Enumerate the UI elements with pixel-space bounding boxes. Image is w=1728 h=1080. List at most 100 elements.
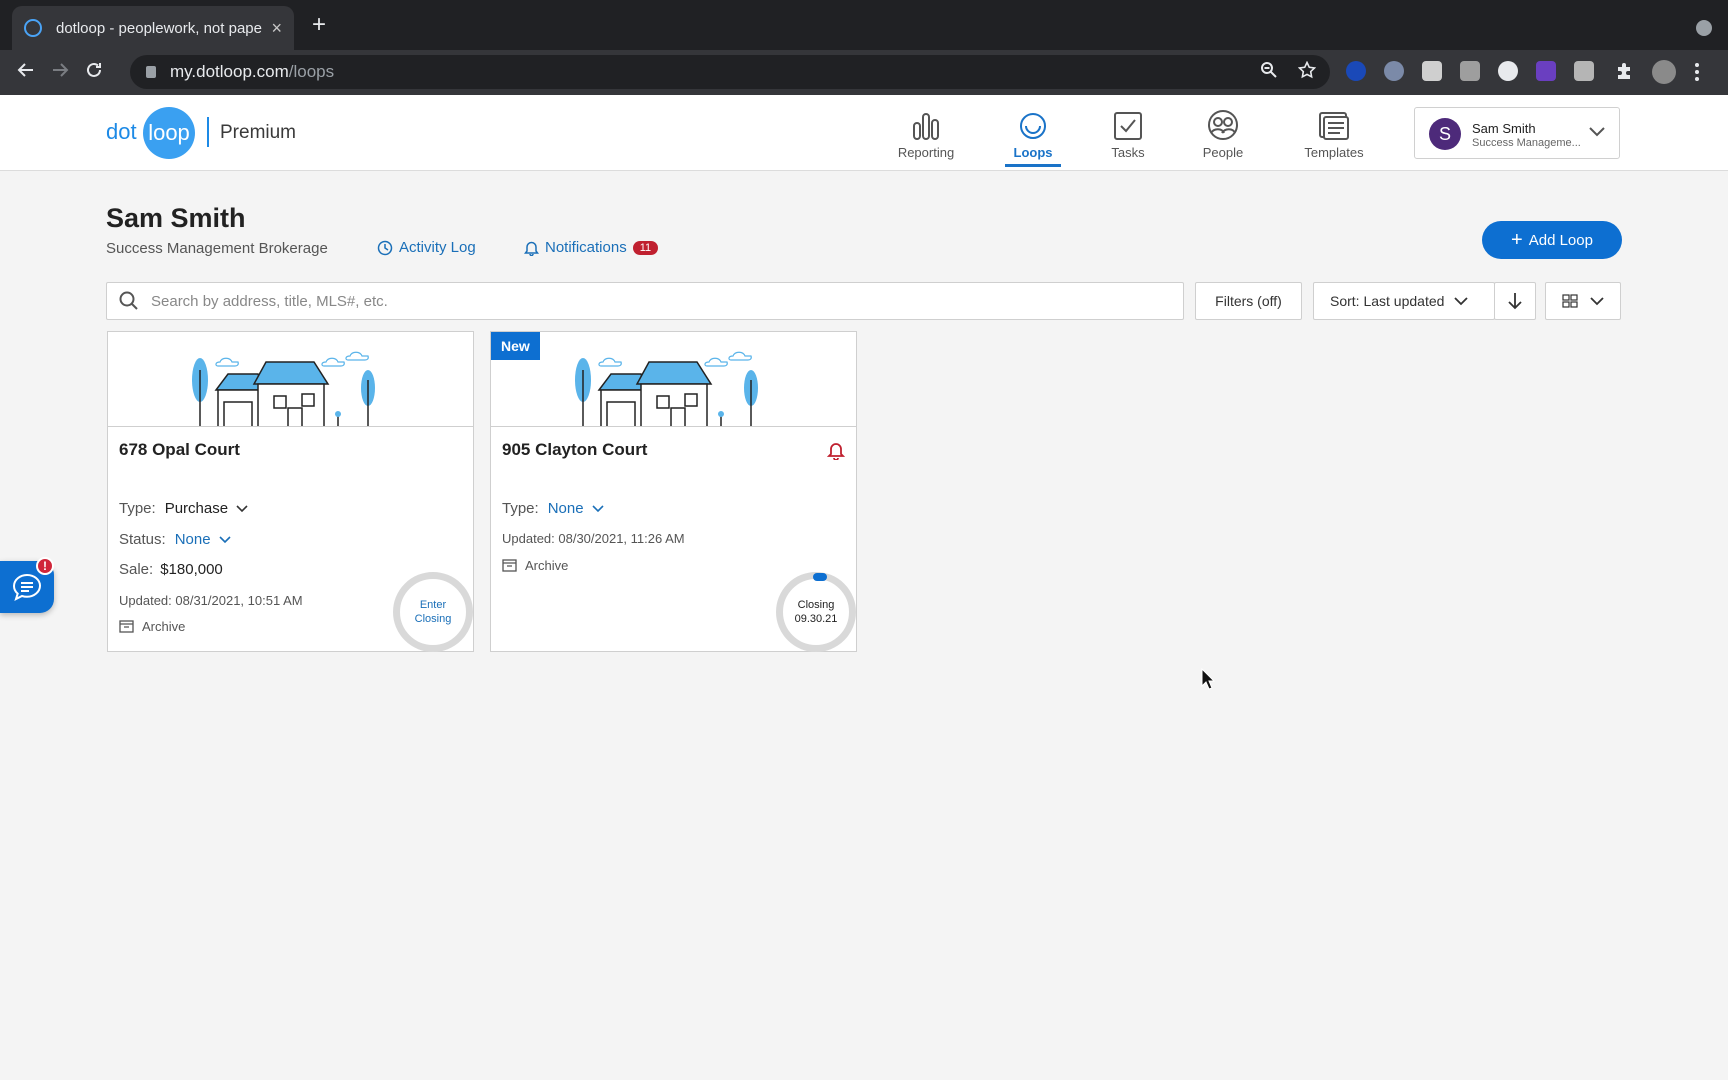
browser-menu-icon[interactable] — [1694, 62, 1700, 82]
archive-label: Archive — [142, 619, 186, 634]
loop-card[interactable]: 678 Opal Court Type: Purchase Status: No… — [107, 331, 474, 652]
archive-button[interactable]: Archive — [502, 558, 568, 573]
nav-loops[interactable]: Loops — [993, 105, 1073, 167]
search-bar — [106, 282, 1184, 320]
browser-tab[interactable]: dotloop - peoplework, not paperwork × — [12, 6, 294, 50]
extension-icon-6[interactable] — [1536, 61, 1556, 81]
loop-updated: Updated: 08/30/2021, 11:26 AM — [502, 531, 685, 546]
profile-avatar[interactable] — [1652, 60, 1676, 84]
view-toggle-dropdown[interactable] — [1545, 282, 1621, 320]
logo-loop-circle[interactable]: loop — [143, 107, 195, 159]
avatar: S — [1429, 118, 1461, 150]
search-icon — [119, 291, 138, 310]
chevron-down-icon — [1589, 124, 1605, 142]
close-tab-icon[interactable]: × — [271, 18, 282, 39]
filters-button[interactable]: Filters (off) — [1195, 282, 1302, 320]
address-bar[interactable]: my.dotloop.com/loops — [130, 55, 1330, 89]
chevron-down-icon — [218, 535, 231, 543]
plus-icon: + — [1511, 229, 1523, 251]
type-label: Type: — [119, 500, 156, 517]
closing-date-ring[interactable]: Closing 09.30.21 — [776, 572, 856, 652]
ring-text: Enter Closing — [415, 598, 452, 626]
extension-icon-3[interactable] — [1422, 61, 1442, 81]
logo-separator — [207, 117, 209, 147]
extension-icon-2[interactable] — [1384, 61, 1404, 81]
loop-address[interactable]: 905 Clayton Court — [502, 440, 647, 460]
bookmark-star-icon[interactable] — [1297, 60, 1317, 84]
bar-chart-icon — [886, 105, 966, 141]
chevron-down-icon — [1454, 296, 1469, 305]
logo-dot-text[interactable]: dot — [106, 119, 137, 145]
back-arrow-icon[interactable] — [16, 60, 36, 86]
ring-line-1: Closing — [797, 599, 835, 611]
chevron-down-icon — [591, 504, 604, 512]
loop-type-row[interactable]: Type: None — [502, 500, 604, 517]
new-tab-button[interactable]: + — [312, 13, 326, 37]
checkbox-icon — [1088, 105, 1168, 141]
tab-search-icon[interactable] — [1696, 20, 1712, 36]
notification-bell-icon[interactable] — [826, 440, 846, 465]
url-host: my.dotloop.com — [170, 62, 289, 81]
archive-icon — [502, 559, 517, 572]
nav-reporting-label: Reporting — [897, 145, 955, 160]
add-loop-button[interactable]: + Add Loop — [1482, 221, 1622, 259]
bell-icon — [524, 241, 539, 256]
nav-templates-label: Templates — [1304, 145, 1364, 160]
ring-line-1: Enter — [419, 599, 447, 611]
activity-log-label: Activity Log — [399, 239, 476, 256]
user-name: Sam Smith — [1472, 121, 1536, 136]
app-header: dot loop Premium Reporting Loops Tasks P… — [0, 95, 1728, 171]
loop-icon — [993, 105, 1073, 141]
browser-toolbar: my.dotloop.com/loops — [0, 50, 1728, 95]
plan-label: Premium — [220, 122, 297, 143]
brokerage-name: Success Management Brokerage — [106, 240, 328, 257]
chat-alert-badge: ! — [36, 557, 54, 575]
archive-button[interactable]: Archive — [119, 619, 185, 634]
chevron-down-icon — [1590, 296, 1604, 305]
forward-arrow-icon[interactable] — [50, 60, 70, 86]
arrow-down-icon — [1508, 293, 1522, 310]
sale-value: $180,000 — [160, 561, 223, 578]
house-illustration — [108, 332, 473, 427]
dotloop-favicon-icon — [24, 19, 42, 37]
type-value: Purchase — [164, 500, 229, 517]
nav-loops-label: Loops — [1013, 145, 1053, 160]
tab-title: dotloop - peoplework, not paperwork — [56, 19, 263, 37]
sale-label: Sale: — [119, 561, 154, 578]
extension-icon-5[interactable] — [1498, 61, 1518, 81]
activity-log-link[interactable]: Activity Log — [377, 239, 476, 256]
chat-icon — [12, 573, 42, 601]
loop-updated: Updated: 08/31/2021, 10:51 AM — [119, 593, 303, 608]
nav-tasks[interactable]: Tasks — [1088, 105, 1168, 160]
archive-icon — [119, 620, 134, 633]
loop-address[interactable]: 678 Opal Court — [119, 440, 240, 460]
nav-people[interactable]: People — [1183, 105, 1263, 160]
lock-icon — [146, 66, 156, 78]
loop-card[interactable]: New 905 Clayton Court Type: None Updated… — [490, 331, 857, 652]
browser-tab-bar: dotloop - peoplework, not paperwork × + — [0, 0, 1728, 50]
extension-icon-1[interactable] — [1346, 61, 1366, 81]
zoom-icon[interactable] — [1260, 61, 1278, 84]
user-menu[interactable]: S Sam Smith Success Manageme... — [1414, 107, 1620, 159]
sort-label: Sort: Last updated — [1330, 293, 1445, 309]
extensions-puzzle-icon[interactable] — [1614, 61, 1634, 81]
mouse-cursor-icon — [1201, 667, 1216, 695]
status-value: None — [174, 531, 211, 548]
chevron-down-icon — [236, 504, 248, 512]
sort-direction-button[interactable] — [1494, 282, 1536, 320]
ring-line-2: Closing — [414, 613, 452, 625]
nav-reporting[interactable]: Reporting — [886, 105, 966, 160]
chat-button[interactable]: ! — [0, 557, 54, 613]
sort-dropdown[interactable]: Sort: Last updated — [1313, 282, 1495, 320]
type-label: Type: — [502, 500, 539, 517]
nav-people-label: People — [1202, 145, 1244, 160]
extension-icon-4[interactable] — [1460, 61, 1480, 81]
reload-icon[interactable] — [84, 60, 104, 86]
loop-type-row[interactable]: Type: Purchase — [119, 500, 248, 517]
notifications-link[interactable]: Notifications 11 — [524, 239, 659, 256]
search-input[interactable] — [151, 292, 1051, 310]
loop-status-row[interactable]: Status: None — [119, 531, 231, 548]
extension-icon-7[interactable] — [1574, 61, 1594, 81]
enter-closing-button[interactable]: Enter Closing — [393, 572, 473, 652]
nav-templates[interactable]: Templates — [1294, 105, 1374, 160]
